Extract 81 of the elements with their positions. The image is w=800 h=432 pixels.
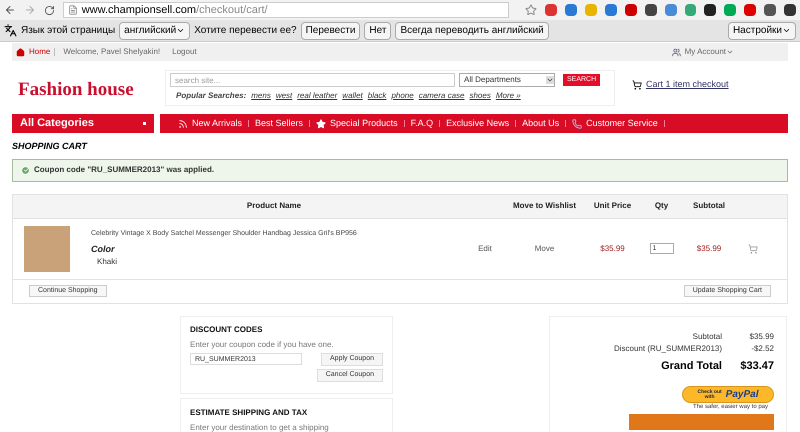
- popular-searches-label: Popular Searches:: [176, 90, 246, 102]
- rss-icon: [178, 118, 188, 128]
- extension-icon[interactable]: [764, 4, 776, 16]
- translate-button[interactable]: Перевести: [300, 22, 360, 40]
- forward-icon[interactable]: [24, 4, 36, 16]
- nav-link[interactable]: About Us: [516, 116, 566, 130]
- nav-link[interactable]: Customer Service: [566, 116, 664, 130]
- popular-search-link[interactable]: real leather: [297, 90, 338, 102]
- popular-search-link[interactable]: shoes: [469, 90, 491, 102]
- popular-search-link[interactable]: west: [276, 90, 292, 102]
- row-subtotal: $35.99: [696, 242, 722, 254]
- translate-prompt: Язык этой страницы: [21, 24, 116, 38]
- unit-price: $35.99: [599, 242, 626, 254]
- total-label: Discount (RU_SUMMER2013): [614, 342, 722, 354]
- star-icon: [316, 118, 326, 128]
- popular-search-link[interactable]: More »: [496, 90, 521, 102]
- discount-title: DISCOUNT CODES: [190, 324, 264, 336]
- caret-icon: [176, 26, 186, 35]
- cart-icon: [632, 80, 642, 90]
- column-header: Unit Price: [592, 200, 632, 212]
- popular-search-link[interactable]: camera case: [418, 90, 464, 102]
- translate-question: Хотите перевести ее?: [194, 24, 297, 38]
- shipping-title: ESTIMATE SHIPPING AND TAX: [190, 406, 308, 418]
- settings-button[interactable]: Настройки: [728, 22, 796, 40]
- address-field[interactable]: www.championsell.com/checkout/cart/: [62, 2, 510, 18]
- site-logo: Fashion house: [17, 78, 135, 102]
- column-header: Qty: [654, 200, 670, 212]
- product-image: [24, 226, 70, 272]
- reload-icon[interactable]: [44, 4, 55, 16]
- nav-link[interactable]: New Arrivals: [172, 116, 248, 130]
- phone-icon: [572, 118, 582, 128]
- language-select[interactable]: английский: [119, 22, 190, 40]
- discount-hint: Enter your coupon code if you have one.: [190, 338, 335, 350]
- shipping-hint: Enter your destination to get a shipping: [190, 422, 330, 432]
- total-value: -$2.52: [750, 342, 774, 354]
- column-header: Move to Wishlist: [512, 200, 578, 212]
- logout-link[interactable]: Logout: [172, 46, 197, 58]
- alert-message: Coupon code "RU_SUMMER2013" was applied.: [34, 164, 214, 176]
- welcome-text: Welcome, Pavel Shelyakin!: [63, 46, 160, 58]
- caret-icon: [782, 26, 791, 35]
- cart-icon[interactable]: [748, 244, 758, 254]
- extension-icon[interactable]: [644, 4, 657, 16]
- checkout-button[interactable]: [629, 414, 774, 430]
- nav-link[interactable]: Special Products: [310, 116, 404, 130]
- page-title: SHOPPING CART: [12, 140, 88, 153]
- page-icon: [68, 5, 78, 15]
- option-value: Khaki: [96, 256, 118, 268]
- back-icon[interactable]: [4, 4, 16, 16]
- nav-link[interactable]: Best Sellers: [249, 116, 310, 130]
- home-link[interactable]: Home: [29, 46, 50, 58]
- grand-total-label: Grand Total: [661, 358, 722, 374]
- translate-icon: [4, 24, 17, 37]
- popular-search-link[interactable]: mens: [251, 90, 271, 102]
- extension-icon[interactable]: [704, 4, 716, 16]
- department-select[interactable]: All Departments: [459, 73, 555, 87]
- column-header: Product Name: [246, 200, 302, 212]
- nav-link[interactable]: F.A.Q: [404, 116, 440, 130]
- nav-link[interactable]: Exclusive News: [440, 116, 516, 130]
- caret-icon: [726, 48, 734, 56]
- search-field[interactable]: search site...: [170, 73, 455, 87]
- move-link[interactable]: Move: [503, 242, 586, 254]
- check-icon: [21, 166, 30, 174]
- translate-button[interactable]: Нет: [364, 22, 392, 40]
- grand-total-value: $33.47: [739, 358, 774, 374]
- home-icon: [16, 48, 25, 56]
- option-label: Color: [91, 242, 116, 256]
- popular-search-link[interactable]: black: [368, 90, 386, 102]
- total-label: Subtotal: [692, 330, 722, 342]
- caret-icon: [546, 76, 554, 84]
- translate-button[interactable]: Всегда переводить английский: [395, 22, 549, 40]
- cart-link[interactable]: Cart 1 item checkout: [646, 78, 729, 92]
- extension-icon[interactable]: [784, 4, 796, 16]
- edit-link[interactable]: Edit: [467, 242, 503, 254]
- column-header: Subtotal: [692, 200, 726, 212]
- account-menu[interactable]: My Account: [684, 46, 734, 58]
- users-icon: [672, 48, 681, 56]
- bookmark-star-icon[interactable]: [525, 4, 538, 16]
- popular-search-link[interactable]: phone: [391, 90, 414, 102]
- total-value: $35.99: [748, 330, 774, 342]
- popular-search-link[interactable]: wallet: [342, 90, 363, 102]
- all-categories-button[interactable]: All Categories: [12, 114, 154, 133]
